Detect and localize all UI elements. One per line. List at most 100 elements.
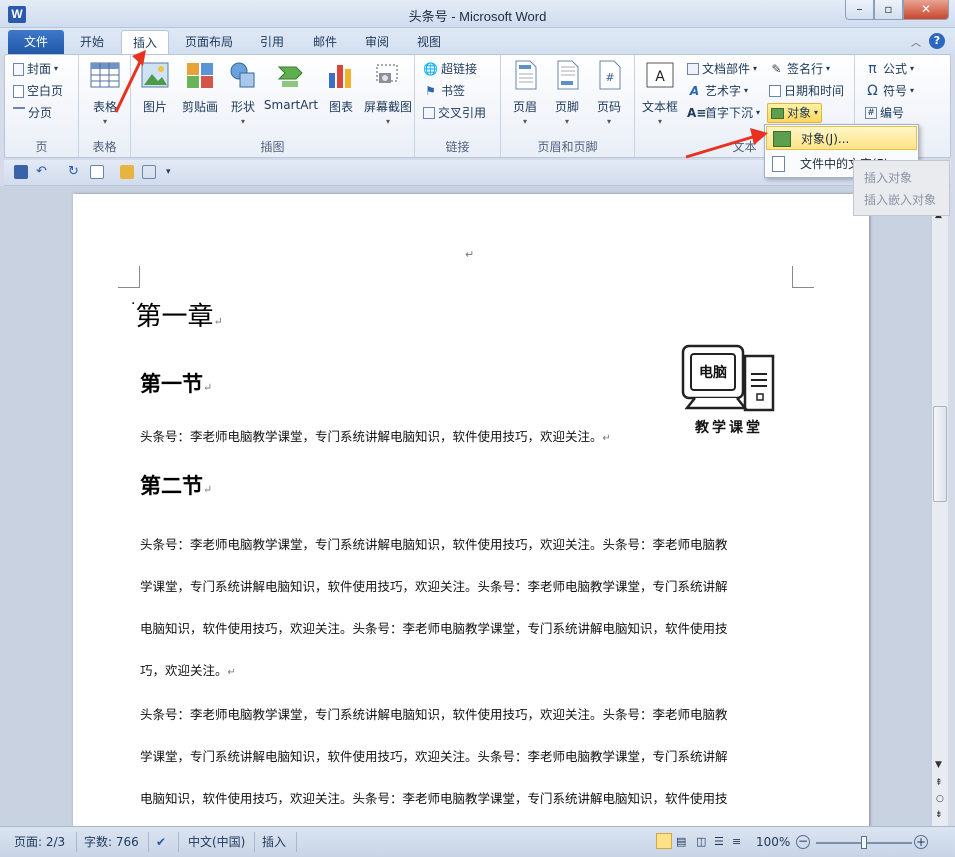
prev-page-icon[interactable]: ⇞ [935, 778, 943, 788]
object-icon [771, 107, 784, 119]
tab-view[interactable]: 视图 [407, 30, 451, 55]
object-button[interactable]: 对象 ▾ [767, 103, 823, 123]
page-number-button[interactable]: # 页码 ▾ [589, 59, 629, 126]
status-separator [178, 832, 179, 852]
crossref-icon [423, 107, 435, 119]
number-button[interactable]: # 编号 [865, 103, 904, 123]
bookmark-button[interactable]: ⚑ 书签 [423, 81, 465, 101]
signature-label: 签名行 [787, 62, 824, 76]
tab-insert[interactable]: 插入 [121, 30, 169, 56]
chart-label: 图表 [328, 100, 353, 114]
draft-view-icon[interactable]: ≡ [732, 833, 741, 851]
equation-button[interactable]: π 公式 ▾ [865, 59, 914, 79]
picture-label: 图片 [142, 100, 167, 114]
textbox-label: 文本框 [641, 100, 678, 114]
datetime-button[interactable]: 日期和时间 [769, 81, 844, 101]
header-icon [515, 60, 537, 90]
minimize-button[interactable]: – [845, 0, 874, 20]
symbol-button[interactable]: Ω 符号 ▾ [865, 81, 914, 101]
chart-button[interactable]: 图表 [321, 59, 361, 115]
dropcap-button[interactable]: A≡ 首字下沉 ▾ [687, 103, 760, 123]
table-button[interactable]: 表格 ▾ [79, 59, 131, 126]
redo-icon[interactable]: ↻ [68, 165, 82, 179]
tab-mailings[interactable]: 邮件 [303, 30, 347, 55]
cover-page-icon [13, 62, 24, 76]
clipart-button[interactable]: 剪贴画 [179, 59, 221, 115]
tab-review[interactable]: 审阅 [355, 30, 399, 55]
tab-references[interactable]: 引用 [250, 30, 294, 55]
format-icon[interactable] [90, 165, 104, 179]
status-language[interactable]: 中文(中国) [188, 833, 245, 851]
para2-line-last: 巧，欢迎关注。↵ [140, 650, 800, 694]
blank-page-button[interactable]: 空白页 [13, 81, 63, 101]
zoom-in-icon[interactable]: + [914, 835, 928, 849]
print-layout-view-icon[interactable] [656, 833, 672, 849]
zoom-out-icon[interactable]: − [796, 835, 810, 849]
svg-text:#: # [605, 71, 614, 84]
picture-button[interactable]: 图片 [135, 59, 175, 115]
quickparts-button[interactable]: 文档部件 ▾ [687, 59, 757, 79]
outline-view-icon[interactable]: ☰ [714, 833, 724, 851]
customize-qat-icon[interactable]: ▾ [166, 165, 180, 179]
footer-button[interactable]: 页脚 ▾ [547, 59, 587, 126]
picture-icon [141, 62, 169, 88]
chart-icon [329, 65, 351, 88]
computer-logo-image[interactable]: 电脑 教学课堂 [671, 342, 781, 438]
status-insert-mode[interactable]: 插入 [262, 833, 286, 851]
para3-line: 电脑知识，软件使用技巧，欢迎关注。头条号：李老师电脑教学课堂，专门系统讲解电脑知… [140, 791, 728, 806]
maximize-button[interactable]: ▫ [874, 0, 903, 20]
para2-line: 头条号：李老师电脑教学课堂，专门系统讲解电脑知识，软件使用技巧，欢迎关注。头条号… [140, 537, 728, 552]
tab-home[interactable]: 开始 [70, 30, 114, 55]
undo-icon[interactable]: ↶ [36, 165, 50, 179]
clipart-label: 剪贴画 [181, 100, 218, 114]
open-folder-icon[interactable] [120, 165, 134, 179]
page-break-label: 分页 [28, 106, 53, 120]
help-icon[interactable]: ? [929, 33, 945, 49]
status-page[interactable]: 页面: 2/3 [14, 833, 65, 851]
hyperlink-button[interactable]: 🌐 超链接 [423, 59, 477, 79]
crossref-button[interactable]: 交叉引用 [423, 103, 486, 123]
logo-screen-text: 电脑 [699, 364, 727, 381]
signature-line-button[interactable]: ✎ 签名行 ▾ [769, 59, 830, 79]
document-page[interactable]: ↵ ·第一章↵ 第一节↵ 头条号：李老师电脑教学课堂，专门系统讲解电脑知识，软件… [73, 194, 869, 834]
web-layout-view-icon[interactable]: ◫ [696, 833, 706, 851]
save-icon[interactable] [14, 165, 28, 179]
smartart-icon [277, 66, 303, 87]
shapes-button[interactable]: 形状 ▾ [225, 59, 261, 126]
calendar-icon [769, 85, 781, 97]
header-label: 页眉 [512, 100, 537, 114]
bookmark-label: 书签 [441, 84, 466, 98]
group-links: 🌐 超链接 ⚑ 书签 交叉引用 链接 [415, 55, 501, 157]
proofing-icon[interactable]: ✔ [156, 833, 166, 851]
scroll-thumb[interactable] [933, 406, 947, 502]
next-page-icon[interactable]: ⇟ [935, 810, 943, 820]
tab-page-layout[interactable]: 页面布局 [176, 30, 242, 55]
full-screen-view-icon[interactable]: ▤ [676, 833, 686, 851]
shapes-label: 形状 [230, 100, 255, 114]
clipart-icon [187, 63, 213, 88]
tab-file[interactable]: 文件 [8, 30, 64, 55]
text-file-icon [772, 156, 785, 172]
screenshot-button[interactable]: 屏幕截图 ▾ [361, 59, 415, 126]
menu-item-object[interactable]: 对象(J)... [766, 126, 917, 150]
page-break-button[interactable]: 分页 [13, 103, 52, 123]
scroll-down-icon[interactable]: ▼ [935, 760, 942, 770]
header-button[interactable]: 页眉 ▾ [505, 59, 545, 126]
browse-object-icon[interactable]: ○ [936, 794, 944, 804]
status-words[interactable]: 字数: 766 [84, 833, 139, 851]
window-controls: – ▫ ✕ [845, 0, 949, 20]
minimize-ribbon-icon[interactable]: ︿ [911, 34, 921, 49]
textbox-button[interactable]: A 文本框 ▾ [639, 59, 681, 126]
zoom-level[interactable]: 100% [756, 833, 790, 851]
close-button[interactable]: ✕ [903, 0, 949, 20]
vertical-scrollbar[interactable]: ▲ ▼ ⇞ ○ ⇟ [931, 186, 948, 826]
group-links-label: 链接 [445, 140, 470, 154]
wordart-button[interactable]: A 艺术字 ▾ [687, 81, 748, 101]
smartart-button[interactable]: SmartArt [263, 59, 319, 112]
cover-page-button[interactable]: 封面 ▾ [13, 59, 58, 79]
touch-mode-icon[interactable] [142, 165, 156, 179]
computer-logo-icon: 电脑 教学课堂 [681, 344, 775, 436]
equation-label: 公式 [883, 62, 908, 76]
zoom-slider[interactable] [816, 836, 912, 849]
zoom-slider-thumb[interactable] [861, 836, 867, 849]
